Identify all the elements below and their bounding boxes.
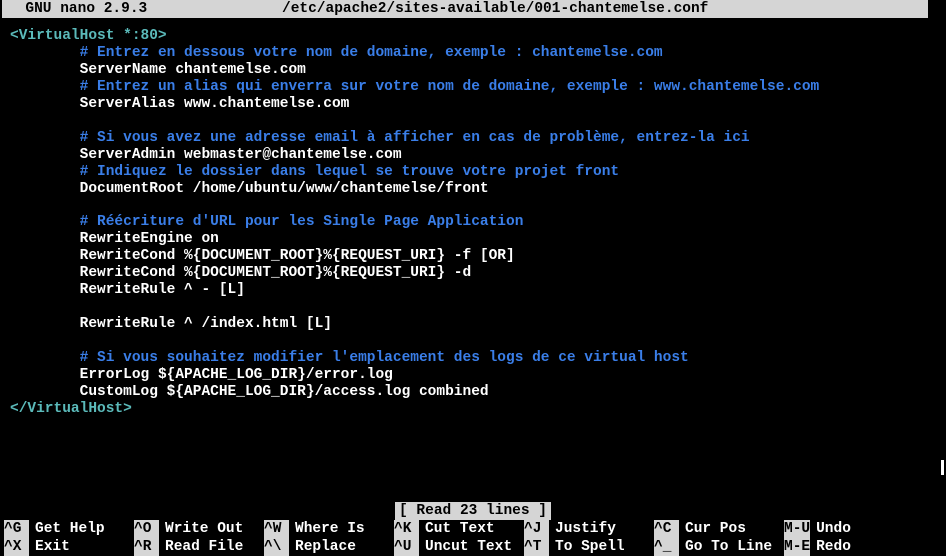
editor-content[interactable]: <VirtualHost *:80> # Entrez en dessous v…: [0, 18, 946, 418]
code-line: # Si vous souhaitez modifier l'emplaceme…: [10, 350, 946, 367]
code-text: # Indiquez le dossier dans lequel se tro…: [80, 164, 620, 180]
shortcut-key: ^U: [394, 538, 419, 556]
code-text: ServerAdmin webmaster@chantemelse.com: [80, 147, 402, 163]
code-text: RewriteRule ^ /index.html [L]: [80, 316, 332, 332]
shortcut-cell[interactable]: ^XExit: [4, 538, 134, 556]
file-path: /etc/apache2/sites-available/001-chantem…: [282, 0, 928, 18]
shortcut-cell[interactable]: ^_Go To Line: [654, 538, 784, 556]
code-text: RewriteCond %{DOCUMENT_ROOT}%{REQUEST_UR…: [80, 265, 472, 281]
code-line: ErrorLog ${APACHE_LOG_DIR}/error.log: [10, 367, 946, 384]
code-line: RewriteRule ^ - [L]: [10, 282, 946, 299]
title-bar: GNU nano 2.9.3 /etc/apache2/sites-availa…: [2, 0, 928, 18]
code-line: # Réécriture d'URL pour les Single Page …: [10, 214, 946, 231]
code-line: ServerAlias www.chantemelse.com: [10, 96, 946, 113]
code-text: RewriteCond %{DOCUMENT_ROOT}%{REQUEST_UR…: [80, 248, 515, 264]
shortcut-cell[interactable]: ^UUncut Text: [394, 538, 524, 556]
shortcut-label: Go To Line: [679, 538, 772, 556]
code-text: DocumentRoot /home/ubuntu/www/chantemels…: [80, 181, 489, 197]
shortcut-cell[interactable]: ^WWhere Is: [264, 520, 394, 538]
code-text: RewriteEngine on: [80, 231, 219, 247]
shortcut-label: Redo: [810, 538, 851, 556]
code-text: # Si vous souhaitez modifier l'emplaceme…: [80, 350, 689, 366]
shortcut-cell[interactable]: ^OWrite Out: [134, 520, 264, 538]
shortcut-key: ^W: [264, 520, 289, 538]
code-line: CustomLog ${APACHE_LOG_DIR}/access.log c…: [10, 384, 946, 401]
code-line: # Entrez en dessous votre nom de domaine…: [10, 45, 946, 62]
shortcut-cell[interactable]: ^GGet Help: [4, 520, 134, 538]
code-line: </VirtualHost>: [10, 401, 946, 418]
code-text: # Entrez en dessous votre nom de domaine…: [80, 45, 663, 61]
shortcut-label: To Spell: [549, 538, 625, 556]
shortcut-key: ^\: [264, 538, 289, 556]
shortcut-key: ^O: [134, 520, 159, 538]
code-line: RewriteRule ^ /index.html [L]: [10, 316, 946, 333]
code-text: CustomLog ${APACHE_LOG_DIR}/access.log c…: [80, 384, 489, 400]
code-line: [10, 299, 946, 316]
shortcut-key: ^J: [524, 520, 549, 538]
shortcut-label: Exit: [29, 538, 70, 556]
code-text: </VirtualHost>: [10, 401, 132, 417]
shortcut-key: ^C: [654, 520, 679, 538]
shortcut-cell[interactable]: M-UUndo: [784, 520, 894, 538]
code-line: # Si vous avez une adresse email à affic…: [10, 130, 946, 147]
code-text: # Réécriture d'URL pour les Single Page …: [80, 214, 524, 230]
shortcut-cell[interactable]: ^RRead File: [134, 538, 264, 556]
code-text: ServerAlias www.chantemelse.com: [80, 96, 350, 112]
code-line: DocumentRoot /home/ubuntu/www/chantemels…: [10, 181, 946, 198]
shortcut-key: ^K: [394, 520, 419, 538]
shortcut-key: ^X: [4, 538, 29, 556]
shortcut-key: M-U: [784, 520, 810, 538]
code-line: <VirtualHost *:80>: [10, 28, 946, 45]
code-line: # Indiquez le dossier dans lequel se tro…: [10, 164, 946, 181]
shortcut-label: Write Out: [159, 520, 243, 538]
code-line: [10, 333, 946, 350]
code-text: ServerName chantemelse.com: [80, 62, 306, 78]
app-name: GNU nano 2.9.3: [2, 0, 282, 18]
shortcut-cell[interactable]: ^JJustify: [524, 520, 654, 538]
shortcut-label: Get Help: [29, 520, 105, 538]
code-text: # Si vous avez une adresse email à affic…: [80, 130, 750, 146]
shortcut-key: M-E: [784, 538, 810, 556]
code-text: # Entrez un alias qui enverra sur votre …: [80, 79, 820, 95]
code-line: ServerAdmin webmaster@chantemelse.com: [10, 147, 946, 164]
shortcut-label: Uncut Text: [419, 538, 512, 556]
code-text: <VirtualHost *:80>: [10, 28, 167, 44]
shortcut-cell[interactable]: ^TTo Spell: [524, 538, 654, 556]
shortcut-key: ^_: [654, 538, 679, 556]
shortcut-label: Replace: [289, 538, 356, 556]
shortcut-key: ^T: [524, 538, 549, 556]
code-text: ErrorLog ${APACHE_LOG_DIR}/error.log: [80, 367, 393, 383]
code-text: RewriteRule ^ - [L]: [80, 282, 245, 298]
shortcut-label: Cur Pos: [679, 520, 746, 538]
shortcut-bar: ^GGet Help^OWrite Out^WWhere Is^KCut Tex…: [0, 520, 946, 556]
code-line: RewriteCond %{DOCUMENT_ROOT}%{REQUEST_UR…: [10, 248, 946, 265]
shortcut-label: Undo: [810, 520, 851, 538]
code-line: # Entrez un alias qui enverra sur votre …: [10, 79, 946, 96]
shortcut-key: ^R: [134, 538, 159, 556]
shortcut-cell[interactable]: ^\Replace: [264, 538, 394, 556]
shortcut-cell[interactable]: ^CCur Pos: [654, 520, 784, 538]
cursor-caret: [941, 460, 944, 475]
code-line: ServerName chantemelse.com: [10, 62, 946, 79]
shortcut-cell[interactable]: M-ERedo: [784, 538, 894, 556]
shortcut-label: Where Is: [289, 520, 365, 538]
shortcut-row-1: ^GGet Help^OWrite Out^WWhere Is^KCut Tex…: [0, 520, 946, 538]
shortcut-label: Justify: [549, 520, 616, 538]
shortcut-row-2: ^XExit^RRead File^\Replace^UUncut Text^T…: [0, 538, 946, 556]
shortcut-label: Read File: [159, 538, 243, 556]
code-line: [10, 198, 946, 215]
shortcut-label: Cut Text: [419, 520, 495, 538]
code-line: RewriteEngine on: [10, 231, 946, 248]
shortcut-cell[interactable]: ^KCut Text: [394, 520, 524, 538]
status-bar: [ Read 23 lines ]: [0, 503, 946, 520]
code-line: RewriteCond %{DOCUMENT_ROOT}%{REQUEST_UR…: [10, 265, 946, 282]
code-line: [10, 113, 946, 130]
status-message: [ Read 23 lines ]: [395, 502, 551, 520]
shortcut-key: ^G: [4, 520, 29, 538]
